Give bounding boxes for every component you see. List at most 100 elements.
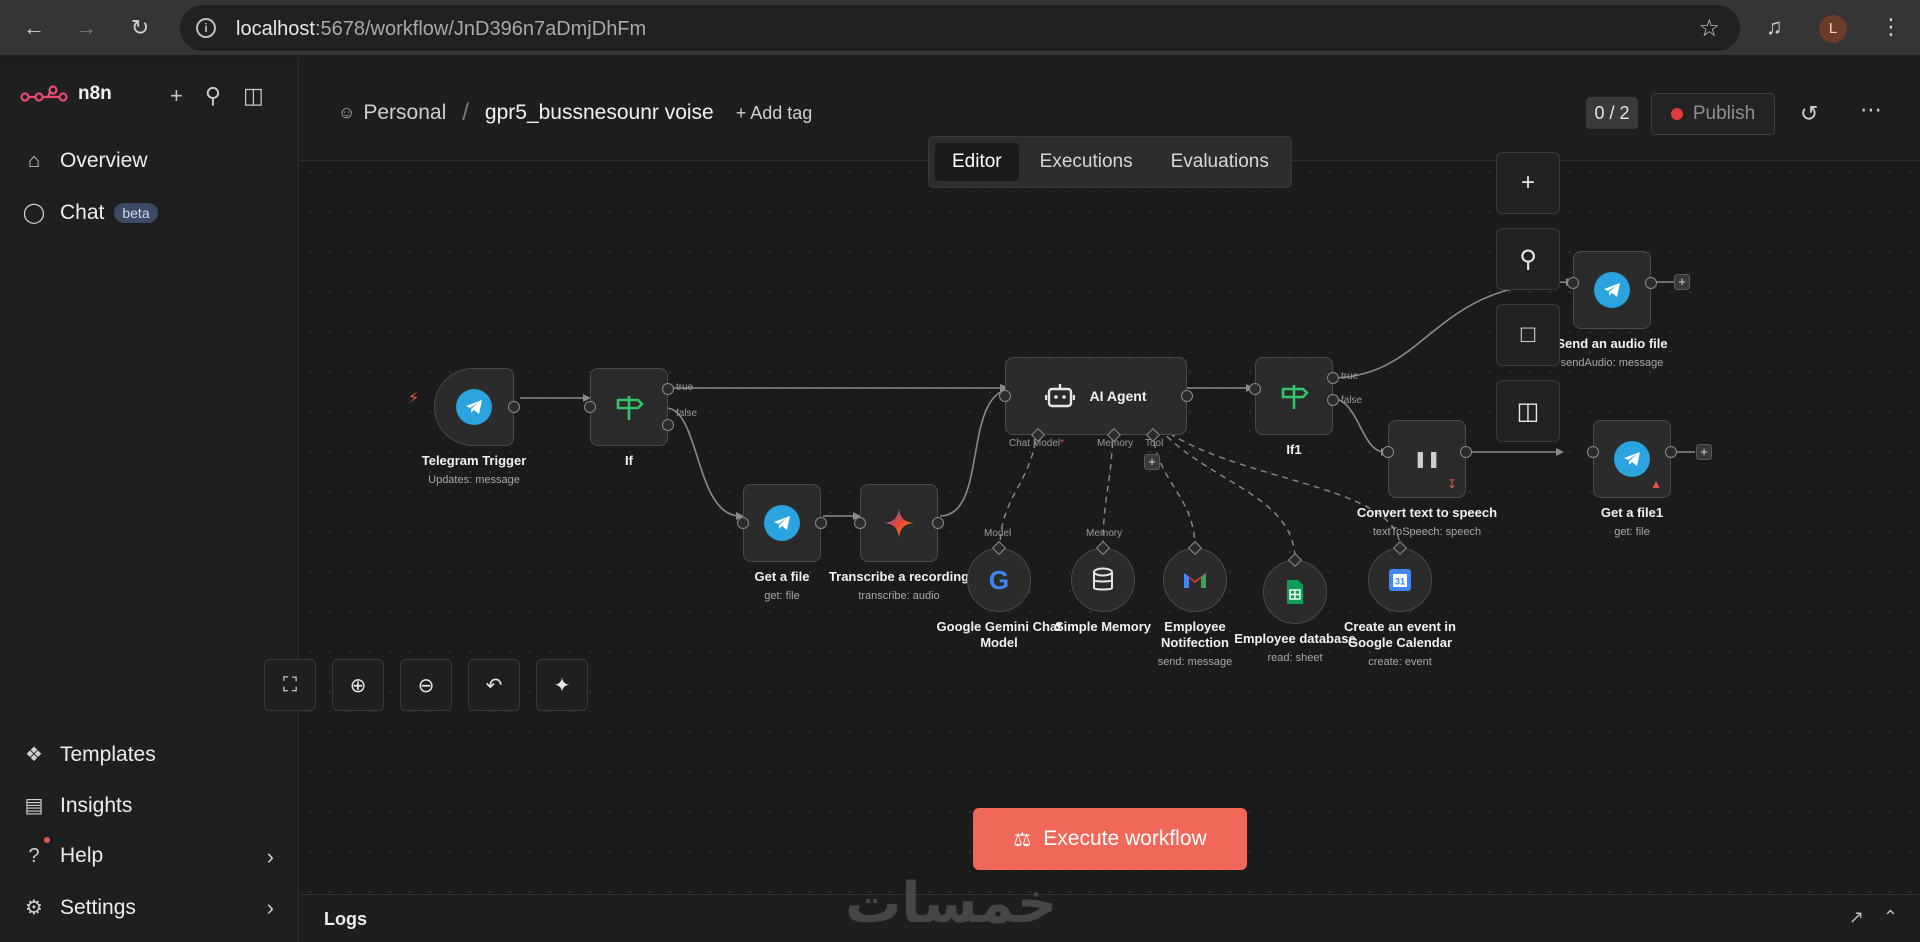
google-sheets-icon xyxy=(1287,580,1303,604)
workflow-name[interactable]: gpr5_bussnesounr voise xyxy=(485,101,714,125)
toggle-panel-button[interactable]: ◫ xyxy=(1496,380,1560,442)
help-icon: ? xyxy=(28,844,40,867)
gmail-icon xyxy=(1184,573,1206,588)
sidebar-item-settings[interactable]: ⚙ Settings xyxy=(22,895,136,920)
chevron-right-icon[interactable]: › xyxy=(267,895,274,921)
site-info-icon[interactable]: i xyxy=(196,18,216,38)
url-text[interactable]: localhost:5678/workflow/JnD396n7aDmjDhFm xyxy=(236,18,646,41)
sidebar-item-chat[interactable]: ◯ Chat beta xyxy=(22,200,158,225)
node-gemini-chat-model[interactable]: G Google Gemini Chat Model xyxy=(937,540,1061,650)
forward-icon[interactable]: → xyxy=(66,14,106,42)
n8n-logo[interactable]: n8n xyxy=(20,83,112,105)
output-port[interactable] xyxy=(815,517,827,529)
chevron-up-icon[interactable]: ⌃ xyxy=(1883,907,1898,928)
workflow-canvas[interactable]: ⚡ Telegram Trigger Updates: message If tr… xyxy=(264,152,1920,894)
node-transcribe[interactable]: Transcribe a recording transcribe: audio xyxy=(829,484,969,602)
search-icon[interactable]: ⚲ xyxy=(205,83,221,109)
chevron-right-icon[interactable]: › xyxy=(267,844,274,870)
input-port[interactable] xyxy=(1249,383,1261,395)
collapse-sidebar-icon[interactable]: ◫ xyxy=(243,83,264,109)
fit-view-button[interactable]: ⛶ xyxy=(264,659,316,711)
output-port-true[interactable] xyxy=(1327,372,1339,384)
required-asterisk: * xyxy=(1060,438,1065,449)
sidebar-item-insights[interactable]: ▤ Insights xyxy=(22,793,133,818)
wire-if1-false-tts xyxy=(1329,397,1386,453)
output-port[interactable] xyxy=(1181,390,1193,402)
output-port-false[interactable] xyxy=(662,419,674,431)
input-port[interactable] xyxy=(584,401,596,413)
browser-menu-icon[interactable]: ⋮ xyxy=(1880,14,1902,40)
execute-workflow-button[interactable]: ⚖ Execute workflow xyxy=(973,808,1247,870)
watermark-logo: خمسات xyxy=(845,871,1058,934)
node-if1[interactable]: If1 xyxy=(1249,357,1339,457)
back-icon[interactable]: ← xyxy=(14,14,54,42)
node-name: Google Gemini Chat Model xyxy=(936,619,1062,650)
node-name: Convert text to speech xyxy=(1356,505,1498,520)
input-port[interactable] xyxy=(1567,277,1579,289)
add-tag-button[interactable]: + Add tag xyxy=(736,103,813,124)
input-port[interactable] xyxy=(1382,446,1394,458)
tab-evaluations[interactable]: Evaluations xyxy=(1154,143,1286,181)
input-port[interactable] xyxy=(1587,446,1599,458)
zoom-out-button[interactable]: ⊖ xyxy=(400,659,452,711)
sidebar-item-overview[interactable]: ⌂ Overview xyxy=(22,149,148,173)
add-node-after-get-file1[interactable]: + xyxy=(1696,444,1712,460)
more-options-icon[interactable]: ⋯ xyxy=(1860,97,1883,123)
node-employee-database[interactable]: Employee database read: sheet xyxy=(1234,552,1356,664)
input-port[interactable] xyxy=(854,517,866,529)
add-node-button[interactable]: + xyxy=(1496,152,1560,214)
output-port[interactable] xyxy=(932,517,944,529)
popout-icon[interactable]: ↗ xyxy=(1849,907,1864,928)
tab-executions[interactable]: Executions xyxy=(1023,143,1150,181)
node-label: If1 xyxy=(1286,442,1301,458)
add-icon[interactable]: + xyxy=(170,83,183,109)
address-bar[interactable]: i localhost:5678/workflow/JnD396n7aDmjDh… xyxy=(180,5,1740,51)
zoom-in-button[interactable]: ⊕ xyxy=(332,659,384,711)
wire-transcribe-agent xyxy=(939,387,1016,517)
sidebar-item-help[interactable]: ? Help xyxy=(22,844,280,868)
logs-panel[interactable]: Logs ↗ ⌃ xyxy=(300,894,1920,942)
output-port[interactable] xyxy=(1460,446,1472,458)
add-tool-button[interactable]: + xyxy=(1144,454,1160,470)
node-if[interactable]: If xyxy=(584,368,674,468)
history-icon[interactable]: ↺ xyxy=(1800,101,1818,127)
output-port[interactable] xyxy=(1645,277,1657,289)
node-get-file1[interactable]: ▲ Get a file1 get: file xyxy=(1587,420,1677,538)
version-counter[interactable]: 0 / 2 xyxy=(1586,97,1638,129)
output-port[interactable] xyxy=(508,401,520,413)
branch-label-true: true xyxy=(676,382,694,393)
search-nodes-button[interactable]: ⚲ xyxy=(1496,228,1560,290)
input-port[interactable] xyxy=(999,390,1011,402)
canvas-side-tools: + ⚲ □ ◫ xyxy=(1496,152,1560,442)
telegram-icon xyxy=(764,505,800,541)
node-text-to-speech[interactable]: ❚❚ ↧ Convert text to speech textToSpeech:… xyxy=(1357,420,1497,538)
node-google-calendar[interactable]: 31 Create an event in Google Calendar cre… xyxy=(1344,540,1456,668)
media-queue-icon[interactable]: ♫ xyxy=(1766,14,1783,40)
node-telegram-trigger[interactable]: Telegram Trigger Updates: message xyxy=(422,368,526,486)
output-port-true[interactable] xyxy=(662,383,674,395)
input-port[interactable] xyxy=(737,517,749,529)
profile-avatar[interactable]: L xyxy=(1819,15,1847,43)
node-ai-agent[interactable]: AI Agent xyxy=(999,357,1193,443)
tab-editor[interactable]: Editor xyxy=(935,143,1019,181)
bookmark-star-icon[interactable]: ☆ xyxy=(1698,14,1720,43)
node-simple-memory[interactable]: Simple Memory xyxy=(1055,540,1151,634)
publish-button[interactable]: Publish xyxy=(1651,93,1775,135)
output-port-false[interactable] xyxy=(1327,394,1339,406)
sidebar-item-label: Chat xyxy=(60,200,105,224)
sidebar-item-templates[interactable]: ❖ Templates xyxy=(22,742,156,767)
node-employee-notifection[interactable]: Employee Notifection send: message xyxy=(1158,540,1232,668)
sticky-note-button[interactable]: □ xyxy=(1496,304,1560,366)
reload-icon[interactable]: ↻ xyxy=(120,14,160,42)
tidy-up-button[interactable]: ✦ xyxy=(536,659,588,711)
node-send-audio[interactable]: Send an audio file sendAudio: message xyxy=(1556,251,1668,369)
node-get-file[interactable]: Get a file get: file xyxy=(737,484,827,602)
sidebar: n8n + ⚲ ◫ ⌂ Overview ◯ Chat beta ❖ Templ… xyxy=(0,57,299,942)
undo-button[interactable]: ↶ xyxy=(468,659,520,711)
project-link[interactable]: Personal xyxy=(363,101,446,125)
add-node-after-send-audio[interactable]: + xyxy=(1674,274,1690,290)
notification-dot xyxy=(44,837,50,843)
memory-label: Memory xyxy=(1097,438,1134,449)
tool-label: Tool xyxy=(1145,438,1164,449)
output-port[interactable] xyxy=(1665,446,1677,458)
